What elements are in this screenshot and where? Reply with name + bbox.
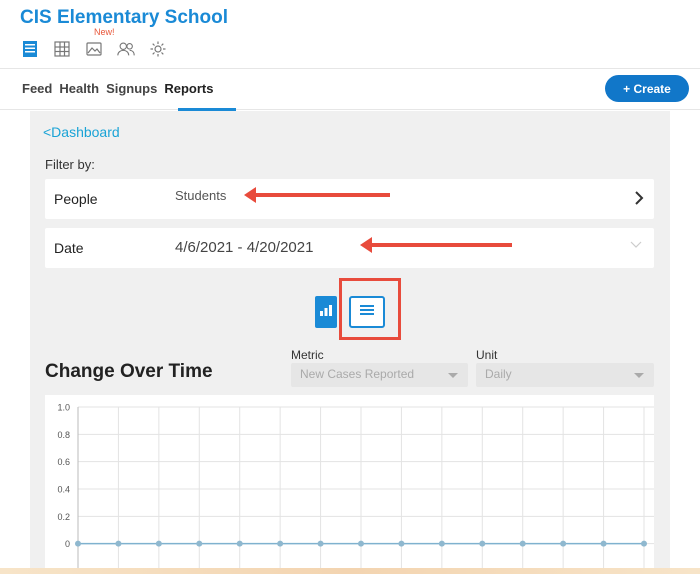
y-tick-label: 0.4 <box>57 485 70 495</box>
unit-label: Unit <box>476 348 498 362</box>
y-tick-label: 1.0 <box>57 403 70 413</box>
calendar-grid-icon[interactable] <box>52 39 72 59</box>
header-icon-bar <box>20 38 168 60</box>
chevron-right-icon <box>634 191 644 210</box>
y-tick-label: 0 <box>65 539 70 549</box>
date-filter[interactable]: Date 4/6/2021 - 4/20/2021 <box>45 228 654 268</box>
data-point <box>519 540 526 547</box>
tab-reports[interactable]: Reports <box>164 81 213 96</box>
change-over-time-chart: 1.00.80.60.40.20-0.2 <box>45 395 654 574</box>
people-filter-value: Students <box>175 188 227 203</box>
chart-view-toggle[interactable] <box>315 296 337 328</box>
image-icon[interactable] <box>84 39 104 59</box>
tab-bar: Feed Health Signups Reports <box>0 68 700 111</box>
data-point <box>600 540 607 547</box>
back-to-dashboard-link[interactable]: <Dashboard <box>43 124 120 140</box>
chart-section-title: Change Over Time <box>45 361 213 382</box>
data-point <box>75 540 81 547</box>
data-point <box>277 540 284 547</box>
data-point <box>196 540 203 547</box>
bottom-edge <box>0 568 700 574</box>
people-filter-label: People <box>54 191 98 207</box>
gear-icon[interactable] <box>148 39 168 59</box>
chevron-down-icon <box>630 240 642 252</box>
school-name: CIS Elementary School <box>20 7 229 28</box>
caret-down-icon <box>634 373 644 378</box>
data-point <box>641 540 647 547</box>
tab-feed[interactable]: Feed <box>22 81 52 96</box>
metric-label: Metric <box>291 348 324 362</box>
new-badge: New! <box>94 27 115 37</box>
data-point <box>236 540 243 547</box>
unit-select-value: Daily <box>485 367 512 381</box>
annotation-arrow-people <box>244 187 390 203</box>
people-icon[interactable] <box>116 39 136 59</box>
data-point <box>479 540 486 547</box>
date-filter-label: Date <box>54 240 84 256</box>
data-point <box>560 540 567 547</box>
app-header: CIS Elementary School New! <box>0 0 700 68</box>
feed-icon[interactable] <box>20 39 40 59</box>
tab-health[interactable]: Health <box>59 81 99 96</box>
tab-signups[interactable]: Signups <box>106 81 157 96</box>
data-point <box>115 540 122 547</box>
create-button[interactable]: + Create <box>605 75 689 102</box>
people-filter[interactable]: People Students <box>45 179 654 219</box>
data-point <box>317 540 324 547</box>
metric-select-value: New Cases Reported <box>300 367 415 381</box>
data-point <box>155 540 162 547</box>
tab-list: Feed Health Signups Reports <box>22 81 213 96</box>
unit-select[interactable]: Daily <box>476 363 654 387</box>
data-point <box>438 540 445 547</box>
annotation-highlight-box <box>339 278 401 340</box>
y-tick-label: 0.6 <box>57 457 70 467</box>
bar-chart-icon <box>319 303 333 322</box>
date-filter-value: 4/6/2021 - 4/20/2021 <box>175 239 314 256</box>
y-tick-label: 0.8 <box>57 430 70 440</box>
metric-select[interactable]: New Cases Reported <box>291 363 468 387</box>
y-tick-label: 0.2 <box>57 512 70 522</box>
annotation-arrow-date <box>360 237 512 253</box>
caret-down-icon <box>448 373 458 378</box>
data-point <box>358 540 364 547</box>
data-point <box>398 540 405 547</box>
filter-by-label: Filter by: <box>45 157 95 172</box>
